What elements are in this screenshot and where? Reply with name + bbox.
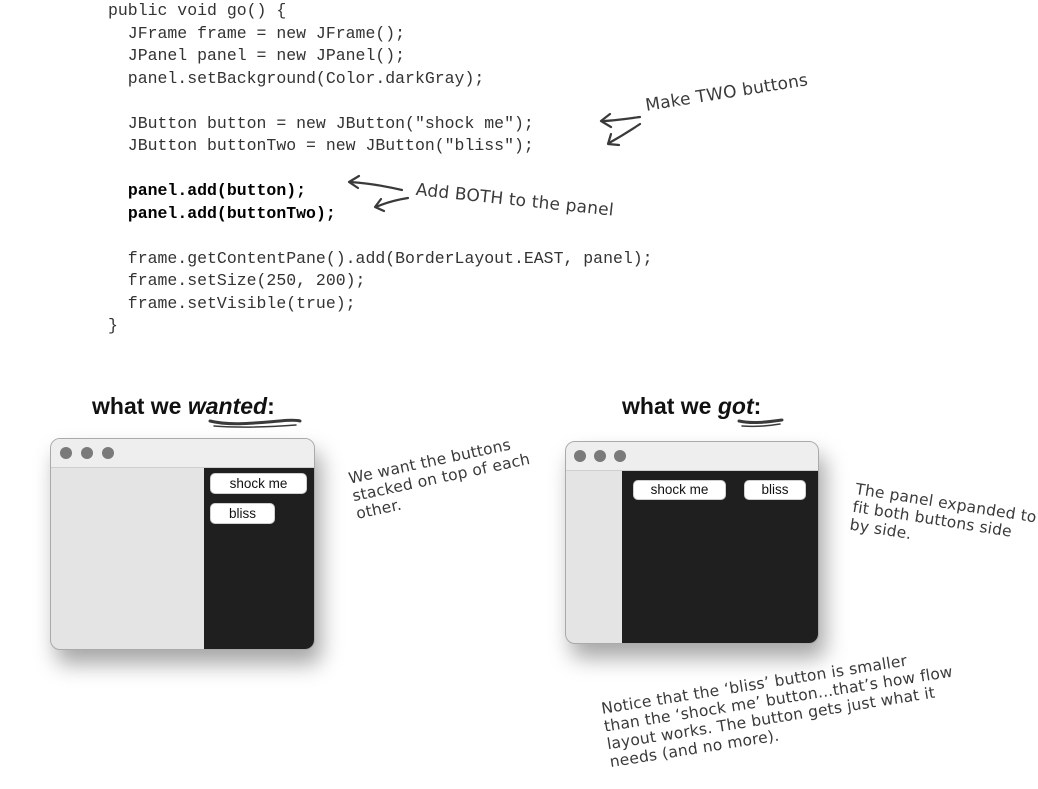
underline-wanted	[208, 418, 302, 426]
window-wanted: shock me bliss	[50, 438, 315, 650]
heading-colon: :	[267, 393, 275, 419]
heading-prefix: what we	[622, 393, 718, 419]
window-titlebar	[566, 442, 818, 471]
heading-what-we-got: what we got:	[622, 393, 761, 420]
heading-colon: :	[753, 393, 762, 419]
heading-prefix: what we	[92, 393, 188, 419]
maximize-dot-icon[interactable]	[102, 447, 114, 459]
arrow-to-button	[600, 115, 642, 123]
bliss-button[interactable]: bliss	[744, 480, 806, 500]
close-dot-icon[interactable]	[574, 450, 586, 462]
close-dot-icon[interactable]	[60, 447, 72, 459]
minimize-dot-icon[interactable]	[81, 447, 93, 459]
maximize-dot-icon[interactable]	[614, 450, 626, 462]
shock-me-button[interactable]: shock me	[633, 480, 726, 500]
heading-emphasis: wanted	[187, 393, 268, 419]
arrow-to-button-two	[607, 122, 642, 145]
dark-panel	[204, 468, 314, 649]
underline-got	[737, 418, 784, 425]
bliss-button[interactable]: bliss	[210, 503, 275, 524]
window-got: shock me bliss	[565, 441, 819, 644]
shock-me-button[interactable]: shock me	[210, 473, 307, 494]
window-titlebar	[51, 439, 314, 468]
heading-emphasis: got	[717, 393, 754, 419]
heading-what-we-wanted: what we wanted:	[92, 393, 275, 420]
minimize-dot-icon[interactable]	[594, 450, 606, 462]
